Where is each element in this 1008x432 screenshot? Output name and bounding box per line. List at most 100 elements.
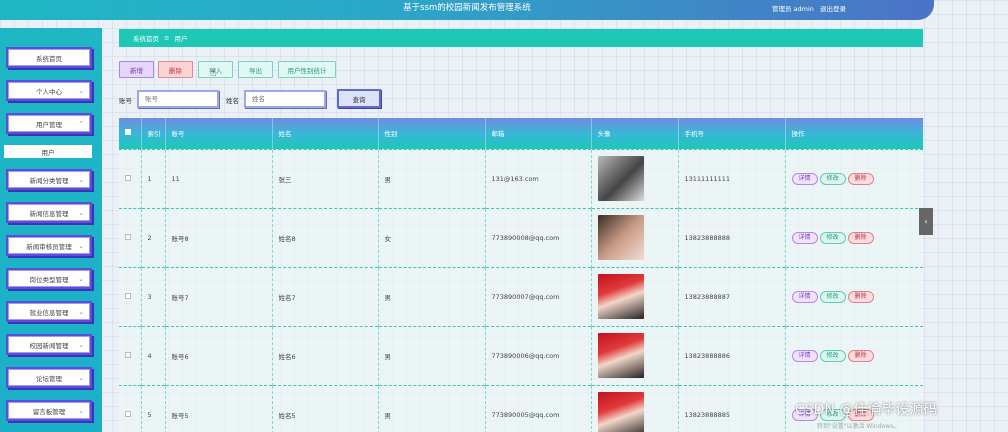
sidebar-item-messages[interactable]: 留言板管理 ⌄	[6, 400, 92, 421]
user-table: 索引 账号 姓名 性别 邮箱 头像 手机号 操作 1 11 张三男 131@163.c…	[119, 118, 923, 432]
chevron-down-icon: ⌄	[78, 374, 84, 382]
row-checkbox[interactable]	[119, 148, 142, 208]
breadcrumb-current: 用户	[174, 35, 188, 43]
chevron-down-icon: ⌄	[78, 176, 84, 184]
col-header-phone: 手机号	[678, 118, 786, 149]
row-delete-button[interactable]: 删除	[847, 290, 874, 303]
row-checkbox[interactable]	[119, 207, 142, 267]
avatar	[597, 392, 644, 432]
sidebar: 系统首页 个人中心 ⌄ 用户管理 ⌃ 用户 新闻分类管理 ⌄ 新闻信息管理 ⌄ …	[0, 28, 102, 432]
row-checkbox[interactable]	[119, 266, 142, 326]
row-delete-button[interactable]: 删除	[847, 172, 874, 185]
account-search-input[interactable]	[137, 90, 219, 108]
cell-actions: 详情 修改 删除	[785, 325, 923, 385]
breadcrumb-separator: ≡	[164, 34, 170, 42]
avatar	[597, 156, 644, 201]
sidebar-item-reviewers[interactable]: 新闻审核员管理 ⌄	[6, 235, 92, 256]
cell-avatar	[591, 266, 679, 326]
detail-button[interactable]: 详情	[791, 349, 818, 362]
export-button[interactable]: 导出	[238, 61, 273, 78]
col-header-actions: 操作	[785, 118, 923, 149]
chevron-down-icon: ⌄	[78, 308, 84, 316]
row-checkbox[interactable]	[119, 325, 142, 385]
chevron-down-icon: ⌄	[78, 407, 84, 415]
sidebar-item-campus-news[interactable]: 校园新闻管理 ⌄	[6, 334, 92, 355]
chevron-down-icon: ⌄	[78, 87, 84, 95]
sidebar-item-label: 就业信息管理	[29, 308, 69, 317]
cell-gender: 女	[378, 207, 486, 267]
row-checkbox[interactable]	[119, 384, 142, 432]
cell-email: 773890006@qq.com	[485, 325, 592, 385]
cell-avatar	[591, 384, 679, 432]
table-header-row: 索引 账号 姓名 性别 邮箱 头像 手机号 操作	[119, 118, 923, 149]
cell-email: 131@163.com	[485, 148, 592, 208]
cell-name: 姓名7	[272, 266, 379, 326]
sidebar-item-forum[interactable]: 论坛管理 ⌄	[6, 367, 92, 388]
edit-button[interactable]: 修改	[819, 172, 846, 185]
delete-button[interactable]: 删除	[158, 61, 193, 78]
detail-button[interactable]: 详情	[791, 172, 818, 185]
query-button[interactable]: 查询	[337, 89, 381, 108]
table-row: 3 账号7 姓名7 男 773890007@qq.com 13823888887 详情 修改删…	[119, 266, 923, 326]
sidebar-item-home[interactable]: 系统首页	[6, 47, 92, 68]
submenu-label: 用户	[41, 148, 55, 157]
sidebar-item-label: 用户管理	[36, 120, 62, 129]
sidebar-item-label: 系统首页	[36, 54, 62, 63]
col-header-index: 索引	[141, 118, 166, 149]
cell-index: 4	[141, 325, 166, 385]
name-search-input[interactable]	[244, 90, 326, 108]
edit-button[interactable]: 修改	[819, 290, 846, 303]
gender-stats-button[interactable]: 用户性别统计	[278, 61, 336, 78]
sidebar-item-label: 岗位类型管理	[29, 275, 69, 284]
submenu-item-user[interactable]: 用户	[4, 145, 92, 158]
breadcrumb-home[interactable]: 系统首页	[133, 33, 159, 43]
cell-actions: 详情 修改 删除	[785, 266, 923, 326]
detail-button[interactable]: 详情	[791, 290, 818, 303]
sidebar-item-users[interactable]: 用户管理 ⌃	[6, 113, 92, 134]
cell-name: 姓名5	[272, 384, 379, 432]
edit-button[interactable]: 修改	[819, 231, 846, 244]
sidebar-item-label: 新闻审核员管理	[26, 242, 72, 251]
name-search-label: 姓名	[226, 97, 239, 105]
cell-actions: 详情 修改 删除	[785, 148, 923, 208]
chevron-down-icon: ⌄	[78, 341, 84, 349]
chevron-down-icon: ⌄	[78, 275, 84, 283]
side-collapse-handle[interactable]: ‹	[919, 208, 933, 235]
cell-phone: 13823888885	[678, 384, 786, 432]
cell-account: 账号6	[165, 325, 273, 385]
add-button[interactable]: 新增	[119, 61, 154, 78]
table-row: 1 11 张三男 131@163.com 13111111111 详情 修改 删除	[119, 148, 923, 208]
account-search-label: 账号	[119, 97, 132, 105]
sidebar-item-label: 新闻信息管理	[29, 209, 69, 218]
avatar	[597, 274, 644, 319]
sidebar-item-profile[interactable]: 个人中心 ⌄	[6, 80, 92, 101]
mouse-cursor-icon: ☝	[210, 66, 217, 79]
col-header-gender: 性别	[378, 118, 486, 149]
avatar	[597, 215, 644, 260]
sidebar-item-label: 留言板管理	[32, 407, 66, 416]
cell-email: 773890008@qq.com	[485, 207, 592, 267]
breadcrumb: 系统首页 ≡ 用户	[119, 29, 923, 47]
cell-email: 773890007@qq.com	[485, 266, 592, 326]
sidebar-item-label: 新闻分类管理	[29, 176, 69, 185]
cell-account: 账号8	[165, 207, 273, 267]
sidebar-item-employment[interactable]: 就业信息管理 ⌄	[6, 301, 92, 322]
select-all-checkbox[interactable]	[119, 118, 142, 149]
cell-actions: 详情 修改 删除	[785, 207, 923, 267]
row-delete-button[interactable]: 删除	[847, 349, 874, 362]
chevron-down-icon: ⌄	[78, 242, 84, 250]
user-area: 管理员 admin 退出登录	[768, 3, 846, 13]
sidebar-item-news-info[interactable]: 新闻信息管理 ⌄	[6, 202, 92, 223]
edit-button[interactable]: 修改	[819, 349, 846, 362]
cell-name: 张三	[272, 148, 379, 208]
logout-link[interactable]: 退出登录	[820, 5, 846, 13]
col-header-name: 姓名	[272, 118, 379, 149]
cell-name: 姓名6	[272, 325, 379, 385]
sidebar-item-label: 个人中心	[36, 87, 62, 96]
row-delete-button[interactable]: 删除	[847, 231, 874, 244]
sidebar-item-news-category[interactable]: 新闻分类管理 ⌄	[6, 169, 92, 190]
cell-avatar	[591, 148, 679, 208]
detail-button[interactable]: 详情	[791, 231, 818, 244]
sidebar-item-job-types[interactable]: 岗位类型管理 ⌄	[6, 268, 92, 289]
cell-avatar	[591, 207, 679, 267]
